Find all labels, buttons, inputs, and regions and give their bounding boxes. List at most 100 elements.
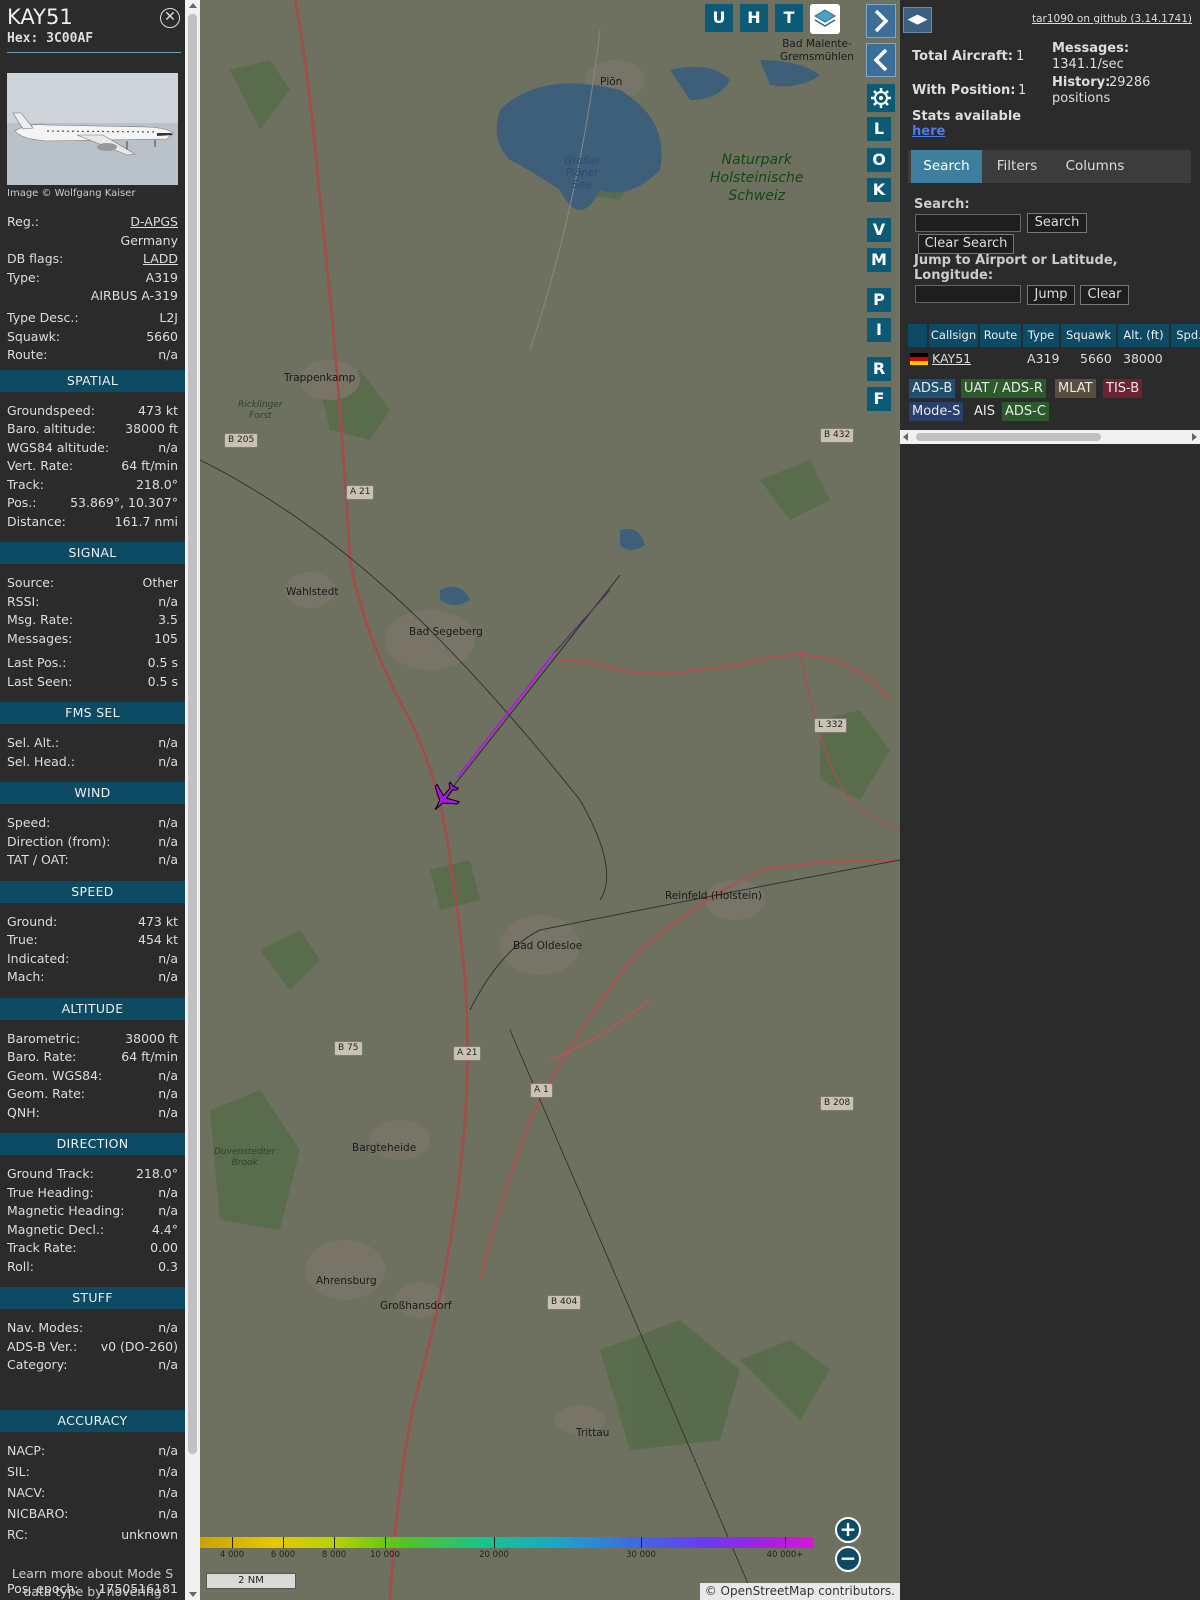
info-label[interactable]: Last Pos.: xyxy=(7,654,66,672)
zoom-in-icon[interactable]: + xyxy=(835,1517,861,1543)
scroll-up-arrow-icon[interactable] xyxy=(189,3,197,8)
info-label[interactable]: Reg.: xyxy=(7,213,39,231)
source-badge-ads-b[interactable]: ADS-B xyxy=(909,379,956,398)
jump-input[interactable] xyxy=(915,285,1021,303)
aircraft-photo[interactable] xyxy=(7,73,178,185)
source-badge-mode-s[interactable]: Mode-S xyxy=(909,402,964,421)
info-label[interactable]: NACV: xyxy=(7,1484,45,1502)
info-label[interactable]: WGS84 altitude: xyxy=(7,439,109,457)
layers-icon[interactable] xyxy=(810,4,840,34)
osm-link[interactable]: OpenStreetMap xyxy=(721,1584,815,1598)
info-label[interactable]: Direction (from): xyxy=(7,833,111,851)
info-label[interactable]: Roll: xyxy=(7,1258,34,1276)
clear-search-button[interactable]: Clear Search xyxy=(918,234,1014,254)
info-label[interactable]: True: xyxy=(7,931,38,949)
info-label[interactable]: ADS-B Ver.: xyxy=(7,1338,77,1356)
source-badge-ads-c[interactable]: ADS-C xyxy=(1002,402,1049,421)
info-label[interactable]: Distance: xyxy=(7,513,66,531)
column-squawk[interactable]: Squawk xyxy=(1061,324,1117,347)
info-label[interactable]: Msg. Rate: xyxy=(7,611,73,629)
flag-column-header[interactable] xyxy=(908,324,928,347)
info-label[interactable]: Squawk: xyxy=(7,328,60,346)
info-label[interactable]: Sel. Alt.: xyxy=(7,734,59,752)
info-label[interactable]: Track Rate: xyxy=(7,1239,77,1257)
map-button-l[interactable]: L xyxy=(867,117,891,141)
scrollbar-thumb[interactable] xyxy=(188,14,197,1454)
column-altitude[interactable]: Alt. (ft) xyxy=(1118,324,1170,347)
map-button-v[interactable]: V xyxy=(867,218,891,242)
tab-filters[interactable]: Filters xyxy=(982,150,1052,183)
map-button-m[interactable]: M xyxy=(867,248,891,272)
info-label[interactable]: NACP: xyxy=(7,1442,45,1460)
info-label[interactable]: NICBARO: xyxy=(7,1505,68,1523)
info-label[interactable]: Messages: xyxy=(7,630,73,648)
info-value[interactable]: D-APGS xyxy=(130,213,178,231)
close-icon[interactable]: ✕ xyxy=(160,8,180,28)
left-panel-scrollbar[interactable] xyxy=(185,0,200,1600)
panel-toggle-arrows-icon[interactable]: ◀▶ xyxy=(903,7,932,33)
zoom-out-icon[interactable]: − xyxy=(835,1546,861,1572)
scroll-left-arrow-icon[interactable] xyxy=(903,433,908,441)
info-label[interactable]: True Heading: xyxy=(7,1184,94,1202)
info-label[interactable]: Magnetic Decl.: xyxy=(7,1221,104,1239)
info-label[interactable]: Ground Track: xyxy=(7,1165,94,1183)
info-label[interactable]: Nav. Modes: xyxy=(7,1319,83,1337)
scroll-right-arrow-icon[interactable] xyxy=(1192,433,1197,441)
table-horizontal-scrollbar[interactable] xyxy=(900,430,1200,444)
info-label[interactable]: Baro. Rate: xyxy=(7,1048,76,1066)
column-callsign[interactable]: Callsign xyxy=(929,324,979,347)
info-label[interactable]: Speed: xyxy=(7,814,50,832)
info-label[interactable]: Magnetic Heading: xyxy=(7,1202,124,1220)
info-label[interactable]: TAT / OAT: xyxy=(7,851,69,869)
info-label[interactable]: Geom. WGS84: xyxy=(7,1067,102,1085)
info-label[interactable]: Ground: xyxy=(7,913,57,931)
jump-button[interactable]: Jump xyxy=(1027,285,1075,305)
info-label[interactable]: Pos. epoch: xyxy=(7,1580,78,1598)
source-badge-tis-b[interactable]: TIS-B xyxy=(1103,379,1143,398)
info-label[interactable]: RC: xyxy=(7,1526,28,1544)
info-label[interactable]: Vert. Rate: xyxy=(7,457,73,475)
row-callsign[interactable]: KAY51 xyxy=(932,349,971,369)
info-label[interactable]: Track: xyxy=(7,476,44,494)
info-label[interactable]: Type Desc.: xyxy=(7,309,79,327)
tab-columns[interactable]: Columns xyxy=(1052,150,1138,183)
map-button-u[interactable]: U xyxy=(705,4,733,32)
map-button-k[interactable]: K xyxy=(867,178,891,202)
info-label[interactable]: Last Seen: xyxy=(7,673,72,691)
column-route[interactable]: Route xyxy=(980,324,1022,347)
chevron-right-icon[interactable] xyxy=(866,4,896,38)
info-label[interactable]: Barometric: xyxy=(7,1030,80,1048)
map-button-t[interactable]: T xyxy=(775,4,803,32)
info-label[interactable]: DB flags: xyxy=(7,250,63,268)
settings-gear-icon[interactable] xyxy=(867,84,895,112)
map-button-p[interactable]: P xyxy=(867,288,891,312)
info-label[interactable]: RSSI: xyxy=(7,593,39,611)
stats-link[interactable]: here xyxy=(912,124,945,139)
info-label[interactable]: Source: xyxy=(7,574,54,592)
clear-button[interactable]: Clear xyxy=(1080,285,1129,305)
info-label[interactable]: Category: xyxy=(7,1356,67,1374)
info-label[interactable]: Sel. Head.: xyxy=(7,753,75,771)
map-button-h[interactable]: H xyxy=(740,4,768,32)
map-view[interactable]: Plön Bad Malente- Gremsmühlen Trappenkam… xyxy=(200,0,900,1600)
search-input[interactable] xyxy=(915,214,1021,232)
info-value[interactable]: LADD xyxy=(143,250,178,268)
info-label[interactable]: Pos.: xyxy=(7,494,36,512)
info-label[interactable]: Type: xyxy=(7,269,40,287)
search-button[interactable]: Search xyxy=(1027,213,1087,233)
info-label[interactable]: Geom. Rate: xyxy=(7,1085,85,1103)
chevron-left-icon[interactable] xyxy=(866,43,896,77)
info-label[interactable]: Groundspeed: xyxy=(7,402,95,420)
info-label[interactable]: SIL: xyxy=(7,1463,30,1481)
github-link[interactable]: tar1090 on github (3.14.1741) xyxy=(1032,13,1192,25)
scrollbar-thumb[interactable] xyxy=(916,433,1101,441)
map-button-i[interactable]: I xyxy=(867,318,891,342)
column-speed[interactable]: Spd. xyxy=(1171,324,1200,347)
info-label[interactable]: Route: xyxy=(7,346,48,364)
info-label[interactable]: Mach: xyxy=(7,968,44,986)
source-badge-mlat[interactable]: MLAT xyxy=(1055,379,1096,398)
column-type[interactable]: Type xyxy=(1023,324,1060,347)
tab-search[interactable]: Search xyxy=(911,150,982,183)
map-button-o[interactable]: O xyxy=(867,148,891,172)
source-badge-ais[interactable]: AIS xyxy=(971,402,998,421)
